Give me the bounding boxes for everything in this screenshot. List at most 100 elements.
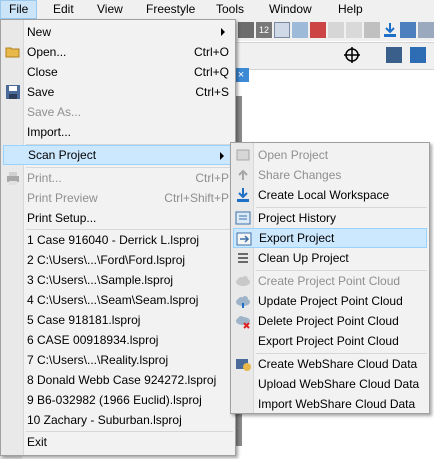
menu-view[interactable]: View [89, 0, 131, 19]
menu-tools[interactable]: Tools [208, 0, 252, 19]
menu-item-label: Close [27, 65, 58, 79]
menu-item-label: Update Project Point Cloud [258, 294, 403, 308]
recent-file-6[interactable]: 6 CASE 00918934.lsproj [3, 330, 233, 350]
webshare-icon [235, 356, 251, 372]
menu-item-scan-project[interactable]: Scan Project [3, 145, 233, 165]
toolbar-icon-e[interactable] [418, 22, 434, 38]
menu-item-label: Import WebShare Cloud Data [258, 397, 416, 411]
scan-project-submenu: Open Project Share Changes Create Local … [230, 142, 430, 414]
share-changes-icon [235, 167, 251, 183]
toolbar-icon-d[interactable] [400, 22, 416, 38]
layer-icon[interactable] [386, 47, 402, 63]
recent-file-9[interactable]: 9 B6-032982 (1966 Euclid).lsproj [3, 390, 233, 410]
toolbar-icon-grid[interactable] [238, 22, 254, 38]
menu-item-import-webshare-cloud-data[interactable]: Import WebShare Cloud Data [233, 394, 427, 414]
toolbar-icon-red[interactable] [310, 22, 326, 38]
menu-item-label: Print... [27, 171, 62, 185]
shortcut-label: Ctrl+Shift+P [164, 191, 229, 205]
recent-file-8[interactable]: 8 Donald Webb Case 924272.lsproj [3, 370, 233, 390]
menu-item-save-as[interactable]: Save As... [3, 102, 233, 122]
menu-item-label: Exit [27, 435, 48, 449]
recent-file-4[interactable]: 4 C:\Users\...\Seam\Seam.lsproj [3, 290, 233, 310]
menu-item-label: Export Project [259, 231, 335, 245]
recent-file-7[interactable]: 7 C:\Users\...\Reality.lsproj [3, 350, 233, 370]
recent-file-1[interactable]: 1 Case 916040 - Derrick L.lsproj [3, 230, 233, 250]
menu-item-share-changes[interactable]: Share Changes [233, 165, 427, 185]
menu-item-label: Import... [27, 125, 72, 139]
menu-item-label: Create WebShare Cloud Data [258, 357, 418, 371]
shortcut-label: Ctrl+O [193, 45, 229, 59]
menu-item-exit[interactable]: Exit [3, 432, 233, 452]
menu-item-save[interactable]: Save Ctrl+S [3, 82, 233, 102]
recent-file-2[interactable]: 2 C:\Users\...\Ford\Ford.lsproj [3, 250, 233, 270]
menu-item-import[interactable]: Import... [3, 122, 233, 142]
history-icon [235, 210, 251, 226]
menu-item-label: 8 Donald Webb Case 924272.lsproj [27, 373, 217, 387]
menu-item-create-local-workspace[interactable]: Create Local Workspace [233, 185, 427, 205]
download-icon [235, 187, 251, 203]
menu-item-open-project[interactable]: Open Project [233, 145, 427, 165]
menu-item-label: New [27, 25, 52, 39]
menu-window[interactable]: Window [261, 0, 320, 19]
menu-item-delete-project-point-cloud[interactable]: Delete Project Point Cloud [233, 311, 427, 331]
printer-icon [5, 170, 21, 186]
download-icon[interactable] [382, 22, 398, 38]
export-icon [236, 231, 252, 247]
menu-item-label: Open Project [258, 148, 329, 162]
tool-icon[interactable] [410, 47, 426, 63]
recent-file-5[interactable]: 5 Case 918181.lsproj [3, 310, 233, 330]
menu-item-label: 5 Case 918181.lsproj [27, 313, 141, 327]
crosshair-icon[interactable] [344, 47, 360, 63]
menu-edit[interactable]: Edit [45, 0, 82, 19]
menu-item-label: 3 C:\Users\...\Sample.lsproj [27, 273, 174, 287]
secondary-toolbar [236, 42, 434, 70]
submenu-arrow-icon [220, 152, 224, 160]
menu-item-label: 7 C:\Users\...\Reality.lsproj [27, 353, 169, 367]
menu-item-label: Clean Up Project [258, 251, 349, 265]
shortcut-label: Ctrl+Q [193, 65, 229, 79]
menu-item-new[interactable]: New [3, 22, 233, 42]
cloud-delete-icon [235, 313, 251, 329]
recent-file-10[interactable]: 10 Zachary - Suburban.lsproj [3, 410, 233, 430]
menu-item-label: Upload WebShare Cloud Data [258, 377, 420, 391]
menu-item-close[interactable]: Close Ctrl+Q [3, 62, 233, 82]
menu-item-label: Project History [258, 211, 337, 225]
menu-item-open[interactable]: Open... Ctrl+O [3, 42, 233, 62]
menu-file[interactable]: File [0, 0, 38, 19]
menu-freestyle[interactable]: Freestyle [138, 0, 203, 19]
file-menu: New Open... Ctrl+O Close Ctrl+Q Save Ctr… [0, 19, 236, 456]
menu-item-clean-up-project[interactable]: Clean Up Project [233, 248, 427, 268]
menu-item-export-project-point-cloud[interactable]: Export Project Point Cloud [233, 331, 427, 351]
menu-item-upload-webshare-cloud-data[interactable]: Upload WebShare Cloud Data [233, 374, 427, 394]
menu-item-print-preview[interactable]: Print Preview Ctrl+Shift+P [3, 188, 233, 208]
menu-item-label: Scan Project [28, 148, 97, 162]
toolbar-icon-c[interactable] [364, 22, 380, 38]
shortcut-label: Ctrl+P [195, 171, 229, 185]
menu-item-label: Save As... [27, 105, 82, 119]
menu-help[interactable]: Help [330, 0, 371, 19]
submenu-arrow-icon [221, 28, 225, 36]
save-icon [5, 84, 21, 100]
menu-item-label: 10 Zachary - Suburban.lsproj [27, 413, 182, 427]
menu-item-label: 9 B6-032982 (1966 Euclid).lsproj [27, 393, 202, 407]
home-icon[interactable] [274, 22, 290, 38]
toolbar-icon-number[interactable]: 12 [256, 22, 272, 38]
menu-item-export-project[interactable]: Export Project [233, 228, 427, 248]
menu-item-label: 1 Case 916040 - Derrick L.lsproj [27, 233, 200, 247]
recent-file-3[interactable]: 3 C:\Users\...\Sample.lsproj [3, 270, 233, 290]
menu-item-print-setup[interactable]: Print Setup... [3, 208, 233, 228]
menu-item-create-project-point-cloud[interactable]: Create Project Point Cloud [233, 271, 427, 291]
menu-item-print[interactable]: Print... Ctrl+P [3, 168, 233, 188]
menu-item-label: Print Setup... [27, 211, 97, 225]
toolbar-icon-view[interactable] [292, 22, 308, 38]
menu-item-update-project-point-cloud[interactable]: Update Project Point Cloud [233, 291, 427, 311]
toolbar-icon-b[interactable] [346, 22, 362, 38]
menu-item-create-webshare-cloud-data[interactable]: Create WebShare Cloud Data [233, 354, 427, 374]
open-project-icon [235, 147, 251, 163]
menu-item-label: Export Project Point Cloud [258, 334, 399, 348]
menu-item-label: Open... [27, 45, 67, 59]
menu-item-project-history[interactable]: Project History [233, 208, 427, 228]
cloud-icon [235, 273, 251, 289]
menu-item-label: 6 CASE 00918934.lsproj [27, 333, 159, 347]
toolbar-icon-a[interactable] [328, 22, 344, 38]
